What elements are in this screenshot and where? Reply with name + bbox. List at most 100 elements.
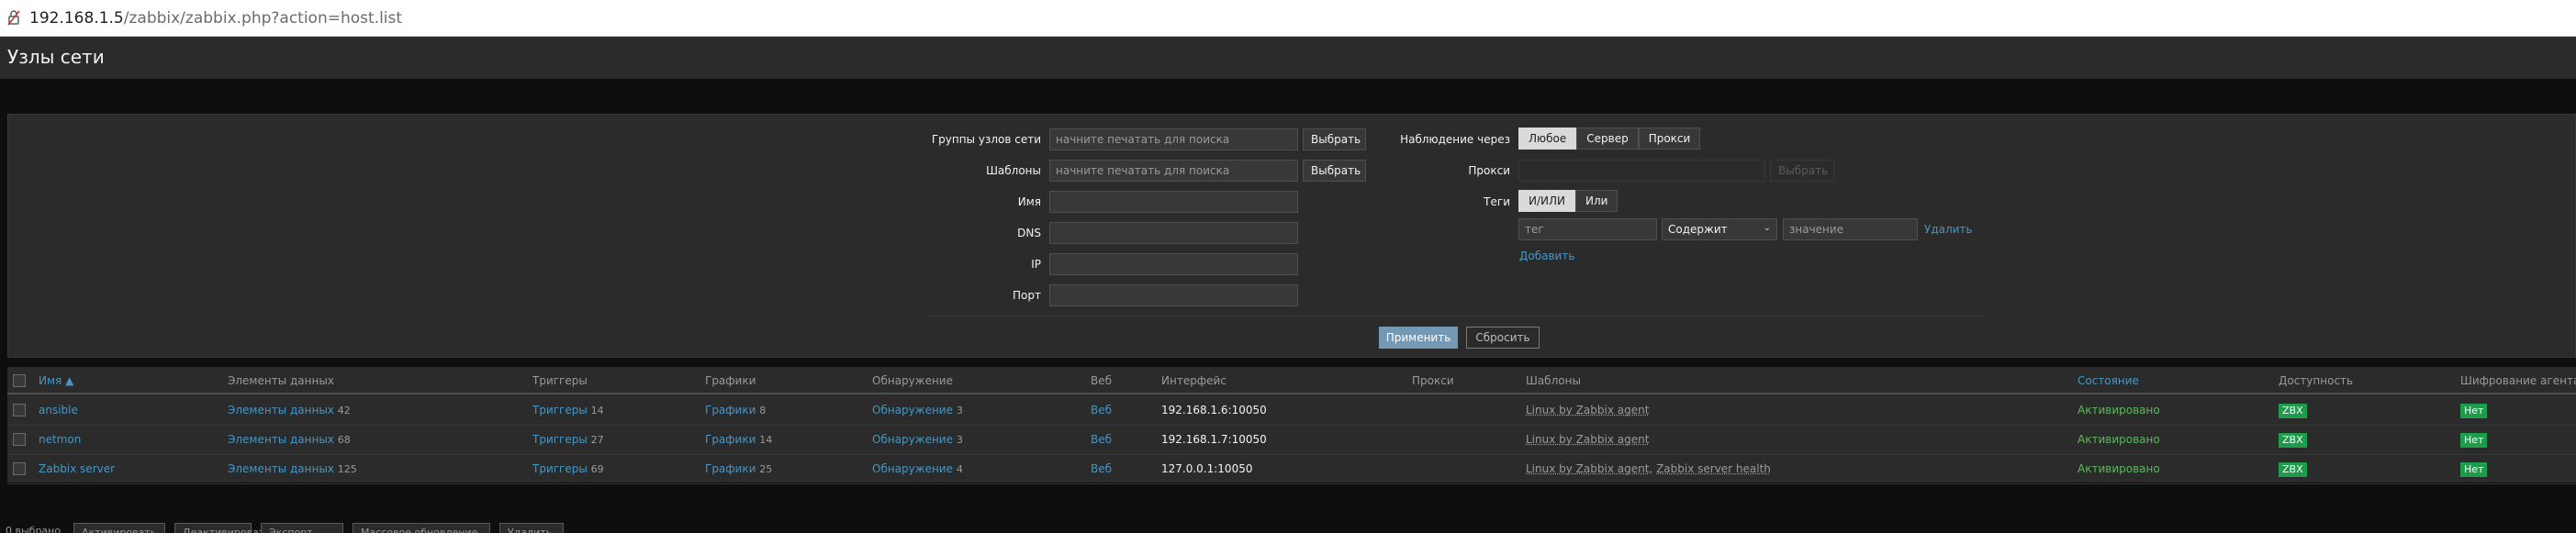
name-input[interactable] [1049, 191, 1298, 213]
not-secure-icon[interactable] [7, 9, 20, 26]
column-discovery: Обнаружение [872, 374, 953, 387]
template-link[interactable]: Linux by Zabbix agent [1526, 462, 1649, 475]
template-link[interactable]: Linux by Zabbix agent [1526, 433, 1649, 446]
add-tag-link[interactable]: Добавить [1519, 250, 1574, 262]
column-availability: Доступность [2279, 374, 2354, 387]
row-checkbox[interactable] [13, 433, 26, 446]
proxy-select-button[interactable]: Выбрать [1770, 160, 1834, 182]
status-link[interactable]: Активировано [2078, 404, 2160, 416]
discovery-count: 3 [956, 405, 963, 416]
remove-tag-link[interactable]: Удалить [1924, 223, 1973, 236]
triggers-link-label: Триггеры [532, 404, 588, 416]
graphs-link[interactable]: Графики 8 [705, 404, 766, 416]
host-groups-label: Группы узлов сети [931, 133, 1041, 146]
host-name-link[interactable]: ansible [39, 404, 78, 416]
ip-input[interactable] [1049, 253, 1298, 275]
hosts-table: Имя ▲ Элементы данных Триггеры Графики О… [7, 367, 2576, 484]
reset-button[interactable]: Сбросить [1466, 327, 1540, 349]
dns-input[interactable] [1049, 222, 1298, 244]
monitored-by-proxy[interactable]: Прокси [1638, 128, 1701, 150]
templates-input[interactable]: начните печатать для поиска [1049, 160, 1298, 182]
monitored-by-any[interactable]: Любое [1518, 128, 1577, 150]
triggers-link[interactable]: Триггеры 14 [532, 404, 604, 416]
export-button[interactable]: Экспорт [261, 523, 343, 533]
host-groups-select-button[interactable]: Выбрать [1303, 128, 1366, 150]
host-name-link[interactable]: Zabbix server [39, 462, 115, 475]
table-row: Zabbix server Элементы данных 125 Тригге… [7, 455, 2576, 484]
tags-eval-toggle[interactable]: И/ИЛИ Или [1518, 190, 1618, 212]
column-graphs: Графики [705, 374, 756, 387]
enable-button[interactable]: Активировать [73, 523, 165, 533]
items-link[interactable]: Элементы данных 42 [228, 404, 351, 416]
url-text[interactable]: 192.168.1.5/zabbix/zabbix.php?action=hos… [29, 9, 402, 28]
selected-count: 0 выбрано [6, 525, 62, 533]
triggers-link[interactable]: Триггеры 69 [532, 462, 604, 475]
column-status[interactable]: Состояние [2078, 374, 2139, 387]
table-row: netmon Элементы данных 68 Триггеры 27 Гр… [7, 426, 2576, 455]
discovery-link-label: Обнаружение [872, 404, 953, 416]
triggers-link-label: Триггеры [532, 433, 588, 446]
name-label: Имя [1017, 195, 1041, 208]
template-link[interactable]: Linux by Zabbix agent [1526, 404, 1649, 416]
host-name-link[interactable]: netmon [39, 433, 81, 446]
items-link-label: Элементы данных [228, 462, 334, 475]
browser-url-bar[interactable]: 192.168.1.5/zabbix/zabbix.php?action=hos… [0, 0, 2576, 37]
discovery-link[interactable]: Обнаружение 4 [872, 462, 963, 475]
monitored-by-server[interactable]: Сервер [1576, 128, 1639, 150]
templates-label: Шаблоны [986, 164, 1041, 177]
monitored-by-label: Наблюдение через [1400, 133, 1510, 146]
graphs-link-label: Графики [705, 462, 756, 475]
dns-label: DNS [1017, 227, 1041, 239]
discovery-link[interactable]: Обнаружение 3 [872, 404, 963, 416]
column-encryption: Шифрование агента [2460, 374, 2576, 387]
graphs-link[interactable]: Графики 25 [705, 462, 772, 475]
tags-or[interactable]: Или [1575, 190, 1618, 212]
mass-action-bar: 0 выбрано Активировать Деактивировать Эк… [0, 523, 2576, 533]
tag-input[interactable]: тег [1518, 218, 1657, 240]
column-proxy: Прокси [1412, 374, 1454, 387]
ip-label: IP [1031, 258, 1041, 271]
template-link[interactable]: Zabbix server health [1656, 462, 1771, 475]
graphs-link[interactable]: Графики 14 [705, 433, 772, 446]
items-link[interactable]: Элементы данных 125 [228, 462, 357, 475]
items-count: 68 [337, 434, 351, 446]
column-name[interactable]: Имя ▲ [39, 374, 73, 387]
tag-operator-select[interactable]: Содержит ⌄ [1662, 218, 1777, 240]
interface-value: 192.168.1.6:10050 [1161, 404, 1267, 416]
row-checkbox[interactable] [13, 404, 26, 416]
templates-select-button[interactable]: Выбрать [1303, 160, 1366, 182]
status-link[interactable]: Активировано [2078, 462, 2160, 475]
port-label: Порт [1013, 289, 1041, 302]
discovery-link[interactable]: Обнаружение 3 [872, 433, 963, 446]
url-path: /zabbix/zabbix.php?action=host.list [123, 9, 403, 28]
items-link-label: Элементы данных [228, 433, 334, 446]
row-checkbox[interactable] [13, 462, 26, 475]
web-link[interactable]: Веб [1091, 404, 1112, 416]
status-link[interactable]: Активировано [2078, 433, 2160, 446]
page-title: Узлы сети [7, 46, 105, 68]
select-all-checkbox[interactable] [13, 374, 26, 387]
tag-value-input[interactable]: значение [1783, 218, 1918, 240]
port-input[interactable] [1049, 284, 1298, 306]
discovery-link-label: Обнаружение [872, 462, 953, 475]
tags-label: Теги [1484, 195, 1510, 208]
items-link[interactable]: Элементы данных 68 [228, 433, 351, 446]
monitored-by-toggle[interactable]: Любое Сервер Прокси [1518, 128, 1701, 150]
mass-update-button[interactable]: Массовое обновление [353, 523, 490, 533]
proxy-input[interactable] [1518, 160, 1765, 182]
interface-value: 127.0.0.1:10050 [1161, 462, 1253, 475]
chevron-down-icon: ⌄ [1763, 223, 1771, 233]
triggers-link[interactable]: Триггеры 27 [532, 433, 604, 446]
apply-button[interactable]: Применить [1379, 327, 1458, 349]
discovery-count: 3 [956, 434, 963, 446]
graphs-link-label: Графики [705, 433, 756, 446]
triggers-link-label: Триггеры [532, 462, 588, 475]
host-groups-input[interactable]: начните печатать для поиска [1049, 128, 1298, 150]
column-templates: Шаблоны [1526, 374, 1581, 387]
disable-button[interactable]: Деактивировать [174, 523, 271, 533]
web-link[interactable]: Веб [1091, 462, 1112, 475]
delete-button[interactable]: Удалить [499, 523, 564, 533]
tags-and-or[interactable]: И/ИЛИ [1518, 190, 1575, 212]
web-link[interactable]: Веб [1091, 433, 1112, 446]
triggers-count: 14 [590, 405, 604, 416]
